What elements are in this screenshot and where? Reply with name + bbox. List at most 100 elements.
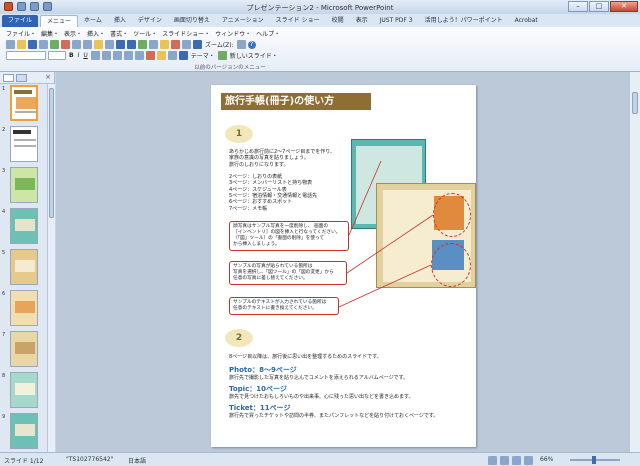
ticket-heading[interactable]: Ticket：11ページ [229, 403, 291, 413]
slides-tab-icon[interactable] [3, 74, 14, 82]
ribbon-group-label: 以前のバージョンのメニュー [194, 65, 266, 71]
spellcheck-icon[interactable] [61, 40, 70, 49]
photo-heading[interactable]: Photo：8～9ページ [229, 365, 297, 375]
menu-file[interactable]: ファイル・ [6, 29, 36, 38]
sorter-view-icon[interactable] [500, 456, 509, 465]
slide-page[interactable]: 旅行手帳(冊子)の使い方 1 あらかじめ旅行前に2～7ページ目までを作り、 家族… [211, 85, 476, 447]
align-left-icon[interactable] [90, 51, 100, 60]
tab-transitions[interactable]: 画面切り替え [168, 15, 216, 27]
thumb-image [10, 331, 38, 367]
undo-icon[interactable] [116, 40, 125, 49]
numbering-icon[interactable] [134, 51, 144, 60]
tab-view[interactable]: 表示 [350, 15, 374, 27]
menu-view[interactable]: 表示・ [64, 29, 82, 38]
tab-menu[interactable]: メニュー [40, 15, 79, 27]
tab-file[interactable]: ファイル [2, 15, 39, 27]
slide-thumb-1[interactable]: 1 [0, 84, 48, 125]
slide-thumb-4[interactable]: 4 [0, 207, 48, 248]
ticket-desc[interactable]: 旅行先で買ったチケットや訪問の半券、またパンフレットなどを貼り付けておくページで… [229, 413, 438, 419]
italic-icon[interactable]: I [77, 52, 81, 59]
tab-slideshow[interactable]: スライド ショー [270, 15, 326, 27]
new-slide-button[interactable]: 新しいスライド・ [229, 51, 279, 60]
menu-format[interactable]: 書式・ [110, 29, 128, 38]
slide-thumb-5[interactable]: 5 [0, 248, 48, 289]
topic-heading[interactable]: Topic：10ページ [229, 384, 287, 394]
zoom-dropdown[interactable] [236, 40, 246, 49]
bullets-icon[interactable] [123, 51, 133, 60]
window-title: プレゼンテーション2 - Microsoft PowerPoint [246, 4, 394, 12]
slide-thumb-2[interactable]: 2 [0, 125, 48, 166]
menu-help[interactable]: ヘルプ・ [256, 29, 280, 38]
maximize-button[interactable]: □ [589, 1, 609, 12]
cut-icon[interactable] [72, 40, 81, 49]
slide-thumb-9[interactable]: 9 [0, 412, 48, 453]
close-pane-icon[interactable]: × [45, 73, 51, 81]
minimize-button[interactable]: – [568, 1, 588, 12]
slide-thumb-8[interactable]: 8 [0, 371, 48, 412]
paste-icon[interactable] [94, 40, 103, 49]
shape-icon[interactable] [171, 40, 180, 49]
save-icon[interactable] [28, 40, 37, 49]
tab-review[interactable]: 校閲 [326, 15, 350, 27]
size-dropdown[interactable] [48, 51, 66, 60]
normal-view-icon[interactable] [488, 456, 497, 465]
menu-slideshow[interactable]: スライドショー・ [162, 29, 210, 38]
ribbon-tabs: ファイル メニュー ホーム 挿入 デザイン 画面切り替え アニメーション スライ… [0, 14, 640, 27]
connector-line [338, 264, 432, 308]
outline-tab-icon[interactable] [16, 74, 27, 82]
bold-icon[interactable]: B [68, 52, 75, 59]
close-button[interactable]: ✕ [610, 1, 638, 12]
section2-intro[interactable]: 8ページ目以降は、旅行後に思い出を整理するためのスライドです。 [229, 354, 382, 360]
copy-icon[interactable] [83, 40, 92, 49]
scroll-thumb[interactable] [632, 92, 638, 114]
indent-icon[interactable] [167, 51, 177, 60]
align-center-icon[interactable] [101, 51, 111, 60]
topic-desc[interactable]: 旅先で見つけたおもしろいものや出来事、心に残った思い出などを書き込めます。 [229, 394, 414, 400]
tab-katsuyo[interactable]: 活用しよう！パワーポイント [419, 15, 509, 27]
tab-animations[interactable]: アニメーション [216, 15, 270, 27]
format-painter-icon[interactable] [105, 40, 114, 49]
thumbnail-scrollbar[interactable] [47, 84, 55, 452]
new-icon[interactable] [6, 40, 15, 49]
font-color-icon[interactable] [145, 51, 155, 60]
help-icon[interactable]: ? [247, 40, 256, 49]
open-icon[interactable] [17, 40, 26, 49]
print-icon[interactable] [39, 40, 48, 49]
slide-thumb-3[interactable]: 3 [0, 166, 48, 207]
reading-view-icon[interactable] [512, 456, 521, 465]
design-icon[interactable] [178, 51, 188, 60]
main-vertical-scrollbar[interactable] [629, 72, 640, 452]
link-icon[interactable] [193, 40, 202, 49]
redo-icon[interactable] [127, 40, 136, 49]
tab-home[interactable]: ホーム [78, 15, 108, 27]
thumb-image [10, 85, 38, 121]
zoom-level[interactable]: 66% [540, 456, 553, 463]
picture-icon[interactable] [160, 40, 169, 49]
tab-justpdf[interactable]: JUST PDF 3 [374, 15, 419, 27]
scroll-thumb[interactable] [49, 88, 54, 218]
menu-window[interactable]: ウィンドウ・ [215, 29, 251, 38]
zoom-knob[interactable] [592, 456, 596, 464]
chart-icon[interactable] [138, 40, 147, 49]
new-slide-icon[interactable] [217, 51, 227, 60]
align-right-icon[interactable] [112, 51, 122, 60]
theme-button[interactable]: テーマ・ [190, 51, 216, 60]
tab-acrobat[interactable]: Acrobat [509, 15, 544, 27]
preview-icon[interactable] [50, 40, 59, 49]
underline-icon[interactable]: U [82, 52, 88, 59]
language[interactable]: 日本語 [128, 456, 146, 465]
menu-insert[interactable]: 挿入・ [87, 29, 105, 38]
photo-desc[interactable]: 旅行先で撮影した写真を貼り込んでコメントを添えられるアルバムページです。 [229, 375, 408, 381]
menu-tools[interactable]: ツール・ [133, 29, 157, 38]
tab-insert[interactable]: 挿入 [108, 15, 132, 27]
thumb-image [10, 290, 38, 326]
slide-thumb-7[interactable]: 7 [0, 330, 48, 371]
tab-design[interactable]: デザイン [132, 15, 168, 27]
font-dropdown[interactable] [6, 51, 46, 60]
slide-thumb-6[interactable]: 6 [0, 289, 48, 330]
grid-icon[interactable] [182, 40, 191, 49]
table-icon[interactable] [149, 40, 158, 49]
highlight-icon[interactable] [156, 51, 166, 60]
slideshow-view-icon[interactable] [524, 456, 533, 465]
menu-edit[interactable]: 編集・ [41, 29, 59, 38]
